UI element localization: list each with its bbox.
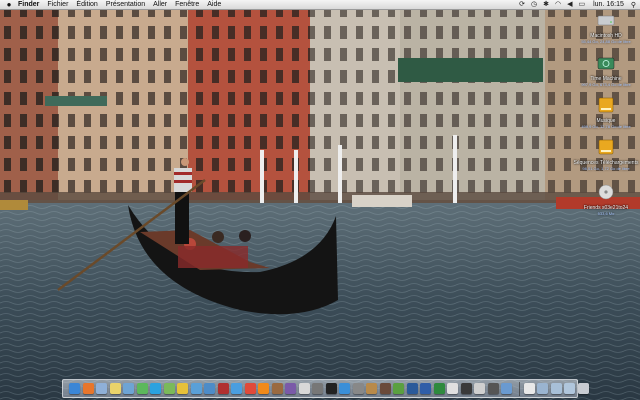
menu-item-presentation[interactable]: Présentation xyxy=(106,1,145,8)
disc-image-icon xyxy=(598,184,614,200)
desktop-icon-info: 997,9 Go, 673,4 Go de libre xyxy=(581,82,631,87)
adium-icon[interactable] xyxy=(177,383,188,394)
dock-separator xyxy=(518,381,520,396)
finder-icon[interactable] xyxy=(69,383,80,394)
safari-icon[interactable] xyxy=(339,383,350,394)
skype-icon[interactable] xyxy=(150,383,161,394)
time-machine-drive-icon xyxy=(597,57,615,70)
calculator-icon[interactable] xyxy=(312,383,323,394)
menu-clock[interactable]: lun. 16:15 xyxy=(593,1,624,8)
garageband-icon[interactable] xyxy=(271,383,283,394)
desktop-icon-macintosh-hd[interactable]: Macintosh HD 55,44 Go, 24,88 Go de libre xyxy=(572,12,640,44)
activity-monitor-icon[interactable] xyxy=(460,383,472,394)
document-icon[interactable] xyxy=(523,383,535,394)
desktop-wallpaper xyxy=(0,0,640,400)
documents-stack-icon[interactable] xyxy=(564,383,575,394)
preview-icon[interactable] xyxy=(123,383,134,394)
sync-icon[interactable]: ⟳ xyxy=(519,0,525,10)
spotlight-icon[interactable]: ⚲ xyxy=(631,1,636,9)
dock xyxy=(62,379,589,398)
dictionary-icon[interactable] xyxy=(379,383,391,394)
hard-drive-icon xyxy=(597,15,615,26)
trash-icon[interactable] xyxy=(577,383,589,394)
menu-item-fenetre[interactable]: Fenêtre xyxy=(175,1,199,8)
terminal-icon[interactable] xyxy=(325,383,337,394)
menu-app-finder[interactable]: Finder xyxy=(18,1,39,8)
status-area: ⟳ ◷ ✱ ◠ ◀ ▭ lun. 16:15 ⚲ xyxy=(513,0,640,10)
battery-icon[interactable]: ▭ xyxy=(578,0,585,10)
mail-icon[interactable] xyxy=(96,383,107,394)
app-store-icon[interactable] xyxy=(231,383,242,394)
imovie-icon[interactable] xyxy=(285,383,296,394)
volume-icon[interactable]: ◀ xyxy=(567,0,572,10)
ichat-icon[interactable] xyxy=(163,383,175,394)
menu-bar: ● Finder Fichier Édition Présentation Al… xyxy=(0,0,640,10)
photoshop-icon[interactable] xyxy=(406,383,418,394)
console-icon[interactable] xyxy=(487,383,499,394)
desktop-icon-musique[interactable]: Musique 499,9 Go, 12,78 Go de libre xyxy=(572,97,640,129)
messages-icon[interactable] xyxy=(136,383,148,394)
wifi-icon[interactable]: ◠ xyxy=(555,0,561,10)
textedit-icon[interactable] xyxy=(298,383,310,394)
itunes-icon[interactable] xyxy=(190,383,202,394)
iphoto-icon[interactable] xyxy=(204,383,215,394)
desktop-icon-info: 98,01 Go, 1,72 Go de libre xyxy=(582,166,630,171)
applications-stack-icon[interactable] xyxy=(537,383,548,394)
firefox-icon[interactable] xyxy=(82,383,94,394)
menu-item-edition[interactable]: Édition xyxy=(76,1,97,8)
desktop-icon-info: 499,9 Go, 12,78 Go de libre xyxy=(581,124,631,129)
itunes2-icon[interactable] xyxy=(501,383,512,394)
external-drive-icon xyxy=(598,139,614,155)
vlc-icon[interactable] xyxy=(258,383,269,394)
ical-icon[interactable] xyxy=(244,383,256,394)
desktop-icon-info: 55,44 Go, 24,88 Go de libre xyxy=(581,39,631,44)
photo-booth-icon[interactable] xyxy=(217,383,229,394)
system-preferences-icon[interactable] xyxy=(352,383,364,394)
stickies-icon[interactable] xyxy=(109,383,121,394)
desktop-icon-sequences[interactable]: Séquences Téléchargements 98,01 Go, 1,72… xyxy=(572,139,640,171)
desktop-icon-info: 533,6 Mo xyxy=(597,211,615,216)
menu-item-aller[interactable]: Aller xyxy=(153,1,167,8)
menu-item-aide[interactable]: Aide xyxy=(207,1,221,8)
bluetooth-icon[interactable]: ✱ xyxy=(543,0,549,10)
desktop-icon-time-machine[interactable]: Time Machine 997,9 Go, 673,4 Go de libre xyxy=(572,55,640,87)
apple-menu-icon[interactable]: ● xyxy=(0,0,18,10)
downloads-stack-icon[interactable] xyxy=(550,383,562,394)
word-icon[interactable] xyxy=(420,383,431,394)
desktop-icon-friends-dmg[interactable]: Friends s03e21to24 533,6 Mo xyxy=(572,184,640,216)
preview2-icon[interactable] xyxy=(447,383,458,394)
clock-icon[interactable]: ◷ xyxy=(531,0,537,10)
external-drive-icon xyxy=(598,97,614,113)
address-book-icon[interactable] xyxy=(366,383,377,394)
font-book-icon[interactable] xyxy=(474,383,485,394)
utorrent-icon[interactable] xyxy=(393,383,404,394)
menu-item-fichier[interactable]: Fichier xyxy=(47,1,68,8)
excel-icon[interactable] xyxy=(433,383,445,394)
